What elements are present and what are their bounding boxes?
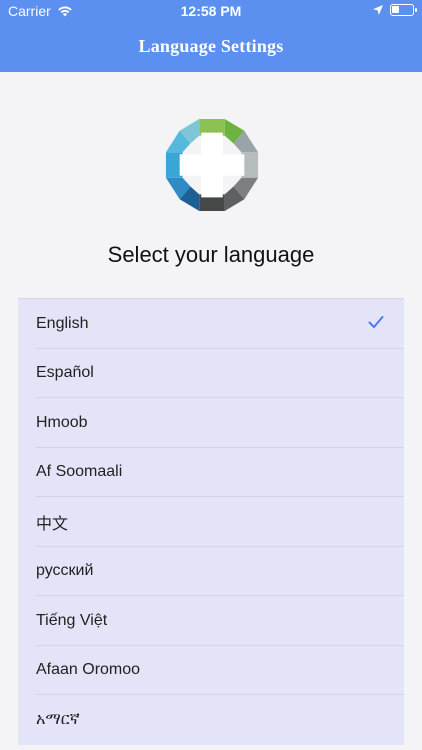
app-logo bbox=[165, 118, 259, 212]
page-title: Language Settings bbox=[138, 36, 284, 56]
battery-fill bbox=[392, 6, 399, 13]
language-item[interactable]: Af Soomaali bbox=[18, 448, 404, 498]
language-item[interactable]: Español bbox=[18, 349, 404, 399]
language-label: русский bbox=[36, 562, 94, 580]
language-label: Tiếng Việt bbox=[36, 611, 108, 629]
language-label: 中文 bbox=[36, 515, 69, 533]
battery-icon bbox=[390, 4, 417, 16]
language-item[interactable]: 中文 bbox=[18, 497, 404, 547]
language-list: English Español Hmoob Af Soomaali 中文 рус… bbox=[18, 298, 404, 745]
language-label: Español bbox=[36, 364, 94, 382]
status-bar: Carrier 12:58 PM bbox=[0, 0, 422, 24]
language-item[interactable]: Hmoob bbox=[18, 398, 404, 448]
language-item[interactable]: Afaan Oromoo bbox=[18, 646, 404, 696]
language-label: አማርኛ bbox=[36, 710, 80, 728]
location-arrow-icon bbox=[373, 5, 383, 15]
language-item[interactable]: English bbox=[18, 299, 404, 349]
language-label: Hmoob bbox=[36, 413, 88, 431]
language-label: English bbox=[36, 314, 89, 332]
language-settings-screen: Carrier 12:58 PM Language Settings Selec… bbox=[0, 0, 422, 750]
status-right bbox=[372, 4, 417, 16]
language-item[interactable]: አማርኛ bbox=[18, 695, 404, 745]
language-item[interactable]: русский bbox=[18, 547, 404, 597]
language-item[interactable]: Tiếng Việt bbox=[18, 596, 404, 646]
clock: 12:58 PM bbox=[180, 3, 242, 19]
select-language-heading: Select your language bbox=[107, 242, 315, 267]
language-label: Af Soomaali bbox=[36, 463, 123, 481]
checkmark-icon bbox=[368, 316, 384, 328]
top-bar: Carrier 12:58 PM Language Settings bbox=[0, 0, 422, 72]
language-label: Afaan Oromoo bbox=[36, 661, 141, 679]
